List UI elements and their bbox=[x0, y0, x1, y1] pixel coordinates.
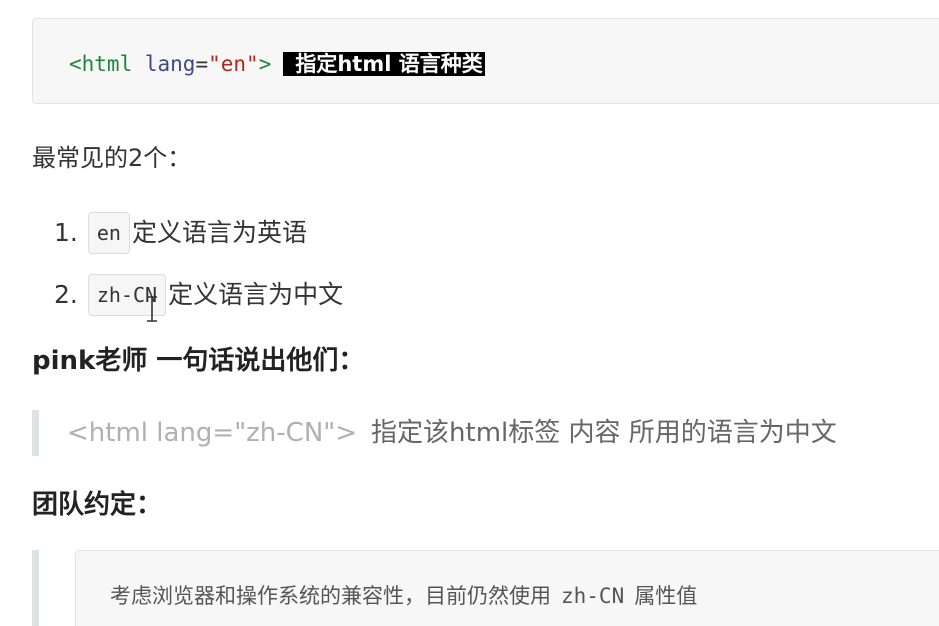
list-item-text: 定义语言为中文 bbox=[168, 280, 344, 309]
text-cursor-icon bbox=[147, 296, 157, 322]
quote-inline-code: zh-CN bbox=[561, 584, 625, 608]
code-attr-name: lang bbox=[144, 52, 196, 76]
quote-code-line: 考虑浏览器和操作系统的兼容性，目前仍然使用 zh-CN 属性值 bbox=[110, 581, 697, 611]
list-number: 2. bbox=[54, 280, 78, 309]
quote-code-block: 考虑浏览器和操作系统的兼容性，目前仍然使用 zh-CN 属性值 bbox=[75, 550, 939, 626]
list-item: 1. en 定义语言为英语 bbox=[54, 212, 307, 254]
code-block: <html lang="en"> 指定html 语言种类 bbox=[32, 18, 939, 104]
section-heading: pink老师 一句话说出他们： bbox=[32, 346, 365, 376]
code-tag-open: <html bbox=[69, 52, 133, 76]
document-page: <html lang="en"> 指定html 语言种类 最常见的2个： 1. e… bbox=[0, 0, 939, 626]
code-equals: = bbox=[195, 52, 209, 76]
section-heading: 团队约定： bbox=[32, 490, 163, 520]
intro-paragraph: 最常见的2个： bbox=[32, 144, 192, 172]
inline-code: en bbox=[87, 212, 130, 254]
code-tag-close: > bbox=[258, 52, 272, 76]
list-item-text: 定义语言为英语 bbox=[131, 218, 307, 247]
code-line: <html lang="en"> 指定html 语言种类 bbox=[69, 49, 485, 79]
list-number: 1. bbox=[54, 218, 78, 247]
quote-text: 考虑浏览器和操作系统的兼容性，目前仍然使用 bbox=[110, 584, 551, 608]
blockquote: <html lang="zh-CN"> 指定该html标签 内容 所用的语言为中文 bbox=[32, 410, 837, 456]
quote-description: 指定该html标签 内容 所用的语言为中文 bbox=[371, 418, 837, 448]
blockquote: 考虑浏览器和操作系统的兼容性，目前仍然使用 zh-CN 属性值 bbox=[32, 550, 939, 626]
quote-text: 属性值 bbox=[634, 584, 698, 608]
list-item: 2. zh-CN 定义语言为中文 bbox=[54, 274, 343, 316]
code-attr-value: "en" bbox=[208, 52, 259, 76]
quote-code-text: <html lang="zh-CN"> bbox=[67, 418, 358, 448]
selected-text-highlight[interactable]: 指定html 语言种类 bbox=[283, 52, 485, 76]
